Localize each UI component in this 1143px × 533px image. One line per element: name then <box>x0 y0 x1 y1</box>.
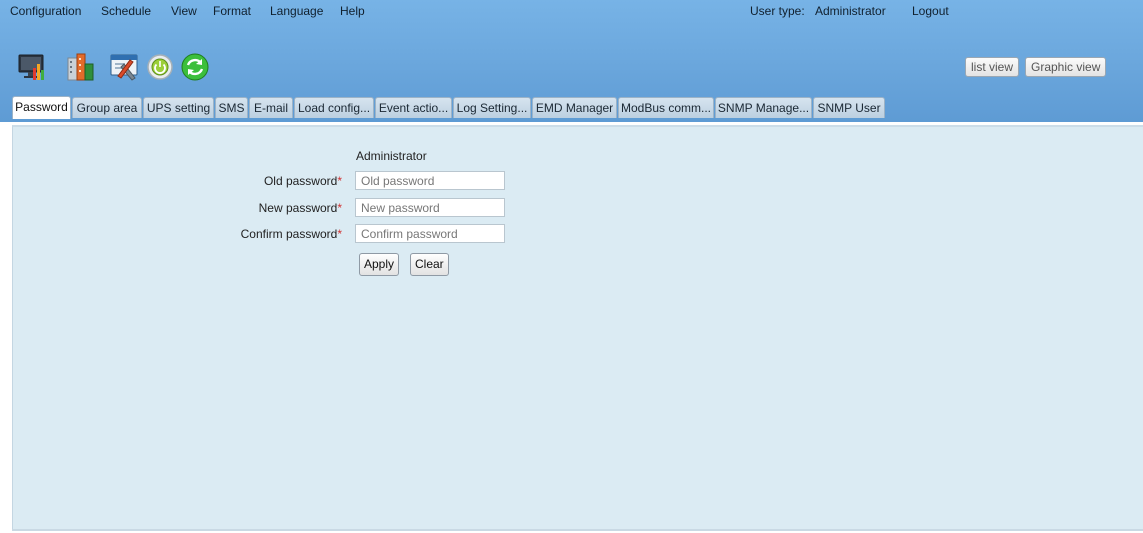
required-mark: * <box>337 227 342 241</box>
clear-button[interactable]: Clear <box>410 253 449 276</box>
tab-load-config[interactable]: Load config... <box>294 97 374 118</box>
new-password-label: New password* <box>102 201 342 215</box>
old-password-label-text: Old password <box>263 174 338 188</box>
menu-view[interactable]: View <box>171 4 197 18</box>
tools-icon[interactable] <box>109 52 139 82</box>
form-title: Administrator <box>356 149 427 163</box>
refresh-icon[interactable] <box>180 52 210 82</box>
power-button-icon[interactable] <box>145 52 175 82</box>
tab-group-area[interactable]: Group area <box>72 97 142 118</box>
buildings-icon[interactable] <box>65 52 95 82</box>
apply-button[interactable]: Apply <box>359 253 400 276</box>
content-border <box>12 529 1143 531</box>
user-type-label: User type: <box>750 4 805 18</box>
tab-snmp-user[interactable]: SNMP User <box>813 97 885 118</box>
tab-event-action[interactable]: Event actio... <box>375 97 452 118</box>
menu-schedule[interactable]: Schedule <box>101 4 151 18</box>
tab-log-setting[interactable]: Log Setting... <box>453 97 531 118</box>
tab-modbus[interactable]: ModBus comm... <box>618 97 714 118</box>
new-password-input[interactable] <box>355 198 505 217</box>
tab-emd-manager[interactable]: EMD Manager <box>532 97 617 118</box>
menu-configuration[interactable]: Configuration <box>10 4 81 18</box>
user-type-value: Administrator <box>815 4 886 18</box>
new-password-label-text: New password <box>258 201 338 215</box>
tab-password[interactable]: Password <box>12 96 71 119</box>
list-view-button[interactable]: list view <box>965 57 1020 77</box>
header-bar: Configuration Schedule View Format Langu… <box>0 0 1143 122</box>
old-password-label: Old password* <box>102 174 342 188</box>
required-mark: * <box>337 174 342 188</box>
confirm-password-label: Confirm password* <box>102 227 342 241</box>
menu-language[interactable]: Language <box>270 4 323 18</box>
required-mark: * <box>337 201 342 215</box>
monitor-chart-icon[interactable] <box>17 52 47 82</box>
logout-link[interactable]: Logout <box>912 4 949 18</box>
confirm-password-input[interactable] <box>355 224 505 243</box>
tab-sms[interactable]: SMS <box>215 97 248 118</box>
menu-format[interactable]: Format <box>213 4 251 18</box>
menu-help[interactable]: Help <box>340 4 365 18</box>
old-password-input[interactable] <box>355 171 505 190</box>
tab-email[interactable]: E-mail <box>249 97 293 118</box>
confirm-password-label-text: Confirm password <box>240 227 338 241</box>
graphic-view-button[interactable]: Graphic view <box>1025 57 1107 77</box>
menu-bar: Configuration Schedule View Format Langu… <box>0 0 1143 22</box>
tab-snmp-manager[interactable]: SNMP Manage... <box>715 97 812 118</box>
tab-ups-setting[interactable]: UPS setting <box>143 97 214 118</box>
